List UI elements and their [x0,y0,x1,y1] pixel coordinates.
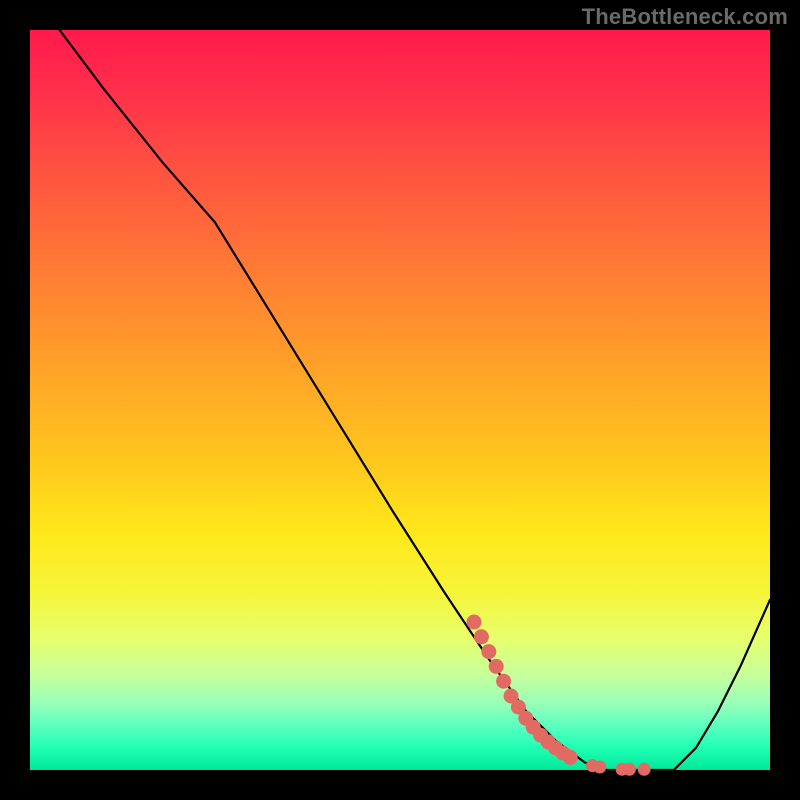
highlight-dot [623,763,636,776]
dots-layer [467,615,651,776]
bottleneck-curve [60,30,770,770]
highlight-dot [467,615,482,630]
chart-svg [30,30,770,770]
watermark-text: TheBottleneck.com [582,4,788,30]
highlight-dot [593,761,606,774]
chart-frame: TheBottleneck.com [0,0,800,800]
highlight-dot [496,674,511,689]
plot-area [30,30,770,770]
highlight-dot [638,763,651,776]
highlight-dot [481,644,496,659]
line-layer [60,30,770,770]
highlight-dot [489,659,504,674]
highlight-dot [474,629,489,644]
highlight-dot [563,750,578,765]
